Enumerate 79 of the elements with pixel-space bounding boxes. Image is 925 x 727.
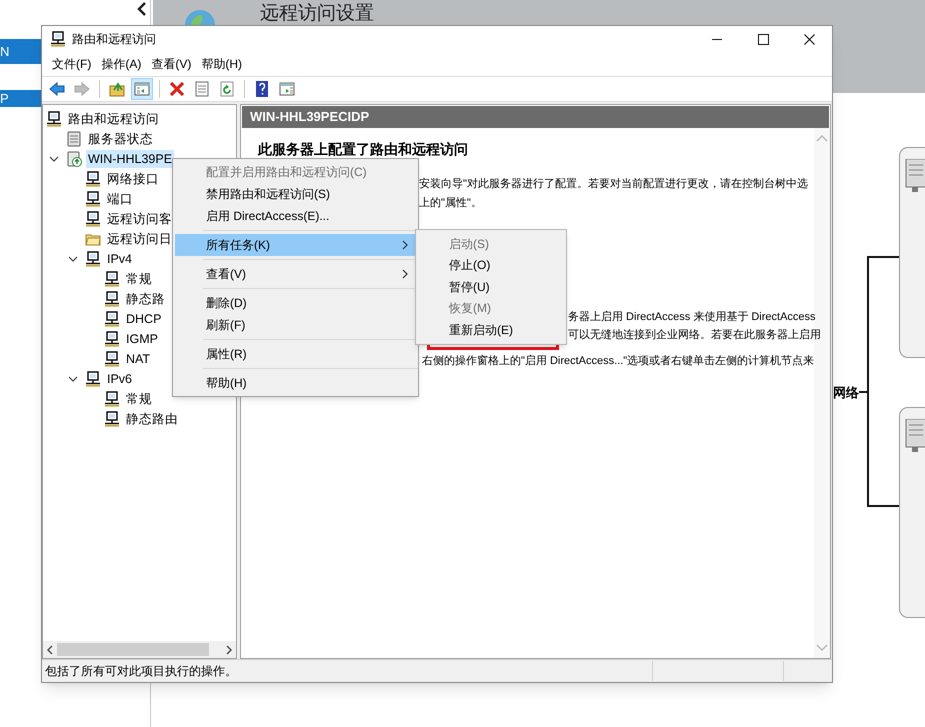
forward-arrow-icon <box>74 81 90 97</box>
menu-item[interactable]: 查看(V) <box>175 263 416 285</box>
description-text: 右侧的操作窗格上的"启用 DirectAccess..."选项或者右键单击左侧的计算机节点来 <box>422 354 814 369</box>
section-heading: 此服务器上配置了路由和远程访问 <box>258 141 468 158</box>
scroll-down-icon <box>816 644 828 652</box>
console-tree-icon <box>134 81 150 97</box>
server-icon <box>904 159 925 193</box>
tree-item[interactable]: WIN-HHL39PE <box>86 150 174 168</box>
description-text: 安装向导"对此服务器进行了配置。若要对当前配置进行更改，请在控制台树中选 <box>419 177 808 192</box>
network-node-icon <box>104 291 120 307</box>
horizontal-scrollbar[interactable] <box>43 641 236 658</box>
tree-item[interactable]: IGMP <box>124 330 160 348</box>
menu-item[interactable]: 刷新(F) <box>175 314 416 336</box>
network-node-icon <box>104 331 120 347</box>
network-node-icon <box>85 251 101 267</box>
menu-item[interactable]: 帮助(H) <box>175 372 416 394</box>
tree-item[interactable]: 常规 <box>124 390 154 408</box>
globe-icon <box>185 10 215 25</box>
menu-item[interactable]: 停止(O) <box>416 254 566 276</box>
tree-item[interactable]: 常规 <box>124 270 154 288</box>
network-node-icon <box>104 351 120 367</box>
folder-up-icon <box>109 81 125 97</box>
server-icon <box>66 151 82 167</box>
menu-item[interactable]: 禁用路由和远程访问(S) <box>175 183 416 205</box>
close-icon <box>804 34 814 44</box>
properties-icon <box>194 81 210 97</box>
help-icon <box>254 81 270 97</box>
menu-item[interactable]: 查看(V) <box>147 55 196 73</box>
menu-item[interactable]: 帮助(H) <box>197 55 246 73</box>
description-text: 上的"属性"。 <box>419 196 482 211</box>
tree-item[interactable]: 远程访问客 <box>105 210 174 228</box>
tree-item[interactable]: DHCP <box>124 310 164 328</box>
pane-header: WIN-HHL39PECIDP <box>242 106 829 128</box>
network-node-icon <box>104 411 120 427</box>
sidebar-item[interactable]: P <box>0 90 41 107</box>
tree-item[interactable]: 远程访问日 <box>105 230 174 248</box>
refresh-icon <box>219 81 235 97</box>
status-text: 包括了所有可对此项目执行的操作。 <box>44 663 238 680</box>
menu-item[interactable]: 所有任务(K) <box>175 234 416 256</box>
network-node-icon <box>85 171 101 187</box>
menu-item[interactable]: 操作(A) <box>97 55 146 73</box>
window-title: 路由和远程访问 <box>72 31 157 48</box>
tree-item[interactable]: 路由和远程访问 <box>66 110 161 128</box>
server-rack-icon <box>66 131 82 147</box>
tree-item[interactable]: IPv4 <box>105 250 134 268</box>
menu-item[interactable]: 属性(R) <box>175 343 416 365</box>
network-node-icon <box>104 271 120 287</box>
tree-item[interactable]: IPv6 <box>105 370 134 388</box>
network-node-icon <box>104 391 120 407</box>
banner-title: 远程访问设置 <box>260 3 374 25</box>
chevron-left-icon <box>137 2 147 16</box>
network-node-icon <box>104 311 120 327</box>
network-node-icon <box>85 371 101 387</box>
sidebar-item[interactable]: N <box>0 39 41 64</box>
tree-item[interactable]: 端口 <box>105 190 135 208</box>
computer-icon <box>904 419 925 453</box>
tree-item[interactable]: NAT <box>124 350 152 368</box>
tree-item[interactable]: 服务器状态 <box>86 130 155 148</box>
delete-icon <box>169 81 185 97</box>
minimize-icon <box>712 38 722 40</box>
menu-item[interactable]: 启用 DirectAccess(E)... <box>175 205 416 227</box>
description-text: 务器上启用 DirectAccess 来使用基于 DirectAccess <box>568 310 816 325</box>
tree-item[interactable]: 静态路 <box>124 290 167 308</box>
tree-item[interactable]: 网络接口 <box>105 170 161 188</box>
tree-button[interactable] <box>131 78 153 100</box>
app-icon <box>50 31 66 47</box>
menu-item[interactable]: 重新启动(E) <box>416 319 566 340</box>
network-node-icon <box>85 191 101 207</box>
menu-item[interactable]: 删除(D) <box>175 292 416 314</box>
network-node-icon <box>85 211 101 227</box>
back-arrow-icon <box>49 81 65 97</box>
action-pane-icon <box>279 81 295 97</box>
scroll-up-icon <box>816 134 828 142</box>
menu-item[interactable]: 文件(F) <box>48 55 96 73</box>
maximize-icon <box>758 34 768 44</box>
menu-item[interactable]: 暂停(U) <box>416 276 566 298</box>
description-text: 可以无缝地连接到企业网络。若要在此服务器上启用 <box>568 328 821 343</box>
network-node-icon <box>46 111 62 127</box>
tree-item[interactable]: 静态路由 <box>124 410 180 428</box>
